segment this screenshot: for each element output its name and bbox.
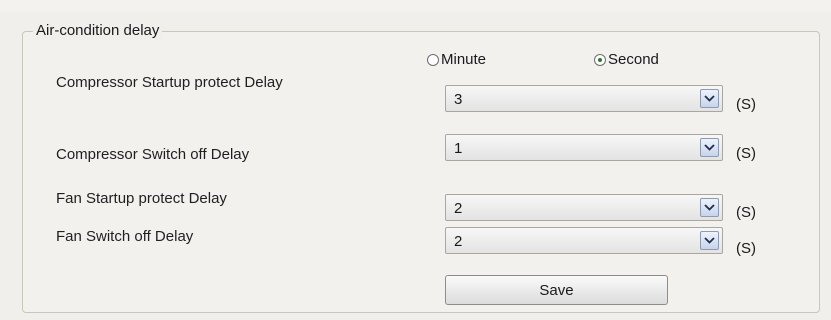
fan-switch-off-delay-label: Fan Switch off Delay: [56, 228, 194, 245]
chevron-down-icon[interactable]: [700, 89, 719, 108]
fan-startup-protect-delay-label: Fan Startup protect Delay: [56, 190, 227, 207]
unit-label: (S): [736, 240, 756, 257]
combo-value: 2: [454, 200, 463, 217]
unit-label: (S): [736, 96, 756, 113]
chevron-down-icon[interactable]: [700, 198, 719, 217]
top-strip: [0, 0, 831, 12]
radio-minute[interactable]: Minute: [427, 51, 486, 69]
radio-unchecked-icon: [427, 54, 439, 66]
chevron-down-icon[interactable]: [700, 138, 719, 157]
compressor-switch-off-delay-label: Compressor Switch off Delay: [56, 146, 250, 163]
radio-checked-icon: [594, 54, 606, 66]
combo-value: 3: [454, 91, 463, 108]
radio-minute-label: Minute: [441, 51, 487, 68]
unit-label: (S): [736, 145, 756, 162]
chevron-down-icon[interactable]: [700, 231, 719, 250]
fan-startup-protect-delay-select[interactable]: 2: [445, 194, 723, 221]
radio-second-label: Second: [608, 51, 659, 68]
save-button[interactable]: Save: [445, 275, 668, 305]
compressor-startup-protect-delay-label: Compressor Startup protect Delay: [56, 74, 283, 91]
air-condition-delay-panel: Air-condition delay Minute Second Compre…: [0, 0, 831, 320]
compressor-startup-protect-delay-select[interactable]: 3: [445, 85, 723, 112]
combo-value: 1: [454, 140, 463, 157]
radio-second[interactable]: Second: [594, 51, 659, 69]
unit-label: (S): [736, 204, 756, 221]
combo-value: 2: [454, 233, 463, 250]
fan-switch-off-delay-select[interactable]: 2: [445, 227, 723, 254]
group-title: Air-condition delay: [33, 22, 163, 40]
compressor-switch-off-delay-select[interactable]: 1: [445, 134, 723, 161]
